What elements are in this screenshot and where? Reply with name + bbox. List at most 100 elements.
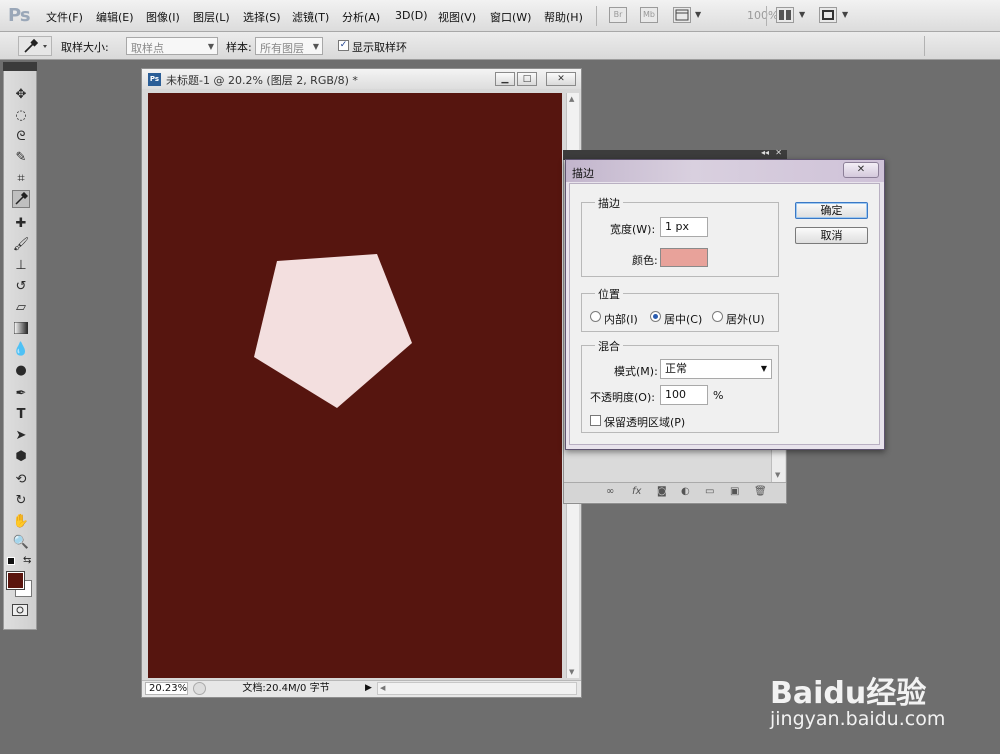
dialog-close-button[interactable]: ✕ bbox=[843, 162, 879, 178]
history-brush-icon[interactable]: ↺ bbox=[12, 277, 30, 295]
collapse-panel-icon[interactable]: ◂◂ bbox=[761, 148, 769, 157]
document-title: 未标题-1 @ 20.2% (图层 2, RGB/8) * bbox=[166, 74, 358, 87]
status-menu-arrow-icon[interactable]: ▶ bbox=[365, 683, 372, 693]
chevron-down-icon[interactable]: ▼ bbox=[695, 10, 701, 19]
move-icon[interactable]: ✥ bbox=[12, 85, 30, 103]
stroke-color-swatch[interactable] bbox=[660, 248, 708, 267]
layer-mask-icon[interactable]: ◙ bbox=[657, 486, 667, 497]
minimize-button[interactable]: ▁ bbox=[495, 72, 515, 86]
width-input[interactable]: 1 px bbox=[660, 217, 708, 237]
sample-size-select[interactable]: 取样点 ▼ bbox=[126, 37, 218, 55]
menu-analysis[interactable]: 分析(A) bbox=[342, 9, 380, 25]
opacity-input[interactable]: 100 bbox=[660, 385, 708, 405]
3d-rotate-icon[interactable]: ⟲ bbox=[12, 470, 30, 488]
sample-label: 样本: bbox=[226, 41, 252, 54]
menu-window[interactable]: 窗口(W) bbox=[490, 9, 531, 25]
hand-icon[interactable]: ✋ bbox=[12, 512, 30, 530]
mini-bridge-icon[interactable]: Mb bbox=[640, 7, 658, 23]
healing-brush-icon[interactable]: ✚ bbox=[12, 214, 30, 232]
pen-icon[interactable]: ✒ bbox=[12, 384, 30, 402]
position-group-title: 位置 bbox=[595, 286, 623, 302]
eyedropper-icon bbox=[24, 38, 47, 53]
scroll-up-icon[interactable]: ▲ bbox=[569, 95, 574, 103]
preserve-transparency-checkbox[interactable] bbox=[590, 415, 601, 426]
app-logo: Ps bbox=[8, 5, 31, 26]
shape-icon[interactable]: ⬢ bbox=[12, 447, 30, 465]
menu-view[interactable]: 视图(V) bbox=[438, 9, 476, 25]
mode-select[interactable]: 正常 ▼ bbox=[660, 359, 772, 379]
document-canvas[interactable] bbox=[148, 93, 562, 678]
scroll-down-icon[interactable]: ▼ bbox=[775, 471, 780, 479]
type-icon[interactable]: T bbox=[12, 405, 30, 423]
photoshop-document-icon: Ps bbox=[148, 73, 161, 86]
position-center-radio[interactable] bbox=[650, 311, 661, 322]
horizontal-scrollbar[interactable]: ◀ bbox=[377, 682, 577, 695]
maximize-button[interactable]: □ bbox=[517, 72, 537, 86]
menu-layer[interactable]: 图层(L) bbox=[193, 9, 230, 25]
sample-select[interactable]: 所有图层 ▼ bbox=[255, 37, 323, 55]
brush-icon[interactable]: 🖌 bbox=[12, 235, 30, 253]
opacity-unit: % bbox=[713, 389, 724, 402]
new-layer-icon[interactable]: ▣ bbox=[730, 486, 739, 497]
zoom-field[interactable]: 20.23% bbox=[145, 682, 188, 695]
crop-icon[interactable]: ⌗ bbox=[12, 169, 30, 187]
position-inside-label[interactable]: 内部(I) bbox=[604, 311, 638, 327]
new-group-icon[interactable]: ▭ bbox=[705, 486, 714, 497]
menu-file[interactable]: 文件(F) bbox=[46, 9, 83, 25]
zoom-icon[interactable]: 🔍 bbox=[12, 533, 30, 551]
position-outside-radio[interactable] bbox=[712, 311, 723, 322]
adjustment-layer-icon[interactable]: ◐ bbox=[681, 486, 690, 497]
eyedropper-icon[interactable] bbox=[12, 190, 30, 208]
dialog-title: 描边 bbox=[572, 167, 594, 180]
position-outside-label[interactable]: 居外(U) bbox=[726, 311, 765, 327]
gradient-icon[interactable] bbox=[12, 319, 30, 337]
dodge-icon[interactable]: ● bbox=[12, 361, 30, 379]
arrange-documents-icon[interactable] bbox=[776, 7, 794, 23]
cancel-button[interactable]: 取消 bbox=[795, 227, 868, 244]
tool-preset-picker[interactable] bbox=[18, 36, 52, 56]
eraser-icon[interactable]: ▱ bbox=[12, 298, 30, 316]
sample-size-value: 取样点 bbox=[131, 42, 164, 55]
zoom-preview-icon[interactable] bbox=[193, 682, 206, 695]
tools-panel-header[interactable] bbox=[3, 62, 37, 71]
view-extras-icon[interactable] bbox=[673, 7, 691, 23]
position-inside-radio[interactable] bbox=[590, 311, 601, 322]
menu-help[interactable]: 帮助(H) bbox=[544, 9, 583, 25]
default-colors-icon[interactable] bbox=[7, 557, 15, 565]
zoom-level[interactable]: 100% bbox=[747, 9, 778, 22]
bridge-icon[interactable]: Br bbox=[609, 7, 627, 23]
blur-icon[interactable]: 💧 bbox=[12, 340, 30, 358]
layer-style-icon[interactable]: fx bbox=[632, 486, 641, 497]
lasso-icon[interactable]: ᘓ bbox=[12, 127, 30, 145]
chevron-down-icon[interactable]: ▼ bbox=[842, 10, 848, 19]
close-icon[interactable]: ✕ bbox=[775, 148, 782, 157]
delete-layer-icon[interactable]: 🗑 bbox=[754, 486, 767, 497]
stroke-group-title: 描边 bbox=[595, 195, 623, 211]
menu-3d[interactable]: 3D(D) bbox=[395, 9, 428, 22]
path-select-icon[interactable]: ➤ bbox=[12, 426, 30, 444]
show-ring-checkbox[interactable]: ✓ bbox=[338, 40, 349, 51]
scroll-down-icon[interactable]: ▼ bbox=[569, 668, 574, 676]
link-layers-icon[interactable]: ∞ bbox=[606, 486, 614, 497]
mode-label: 模式(M): bbox=[614, 365, 658, 378]
swap-colors-icon[interactable]: ⇆ bbox=[23, 555, 31, 566]
preserve-transparency-label[interactable]: 保留透明区域(P) bbox=[604, 414, 685, 430]
marquee-icon[interactable]: ◌ bbox=[12, 106, 30, 124]
menu-select[interactable]: 选择(S) bbox=[243, 9, 281, 25]
foreground-color-swatch[interactable] bbox=[6, 571, 25, 590]
screen-mode-icon[interactable] bbox=[819, 7, 837, 23]
quick-mask-icon[interactable] bbox=[12, 604, 28, 616]
scroll-left-icon[interactable]: ◀ bbox=[380, 684, 385, 692]
3d-orbit-icon[interactable]: ↻ bbox=[12, 491, 30, 509]
menu-filter[interactable]: 滤镜(T) bbox=[292, 9, 329, 25]
menu-image[interactable]: 图像(I) bbox=[146, 9, 180, 25]
ok-button[interactable]: 确定 bbox=[795, 202, 868, 219]
quick-select-icon[interactable]: ✎ bbox=[12, 148, 30, 166]
close-button[interactable]: ✕ bbox=[546, 72, 576, 86]
clone-stamp-icon[interactable]: ⊥ bbox=[12, 256, 30, 274]
chevron-down-icon[interactable]: ▼ bbox=[799, 10, 805, 19]
menu-edit[interactable]: 编辑(E) bbox=[96, 9, 134, 25]
position-center-label[interactable]: 居中(C) bbox=[664, 311, 702, 327]
baidu-jingyan-watermark: Baidu经验 bbox=[770, 676, 927, 711]
dialog-titlebar[interactable] bbox=[566, 160, 884, 182]
